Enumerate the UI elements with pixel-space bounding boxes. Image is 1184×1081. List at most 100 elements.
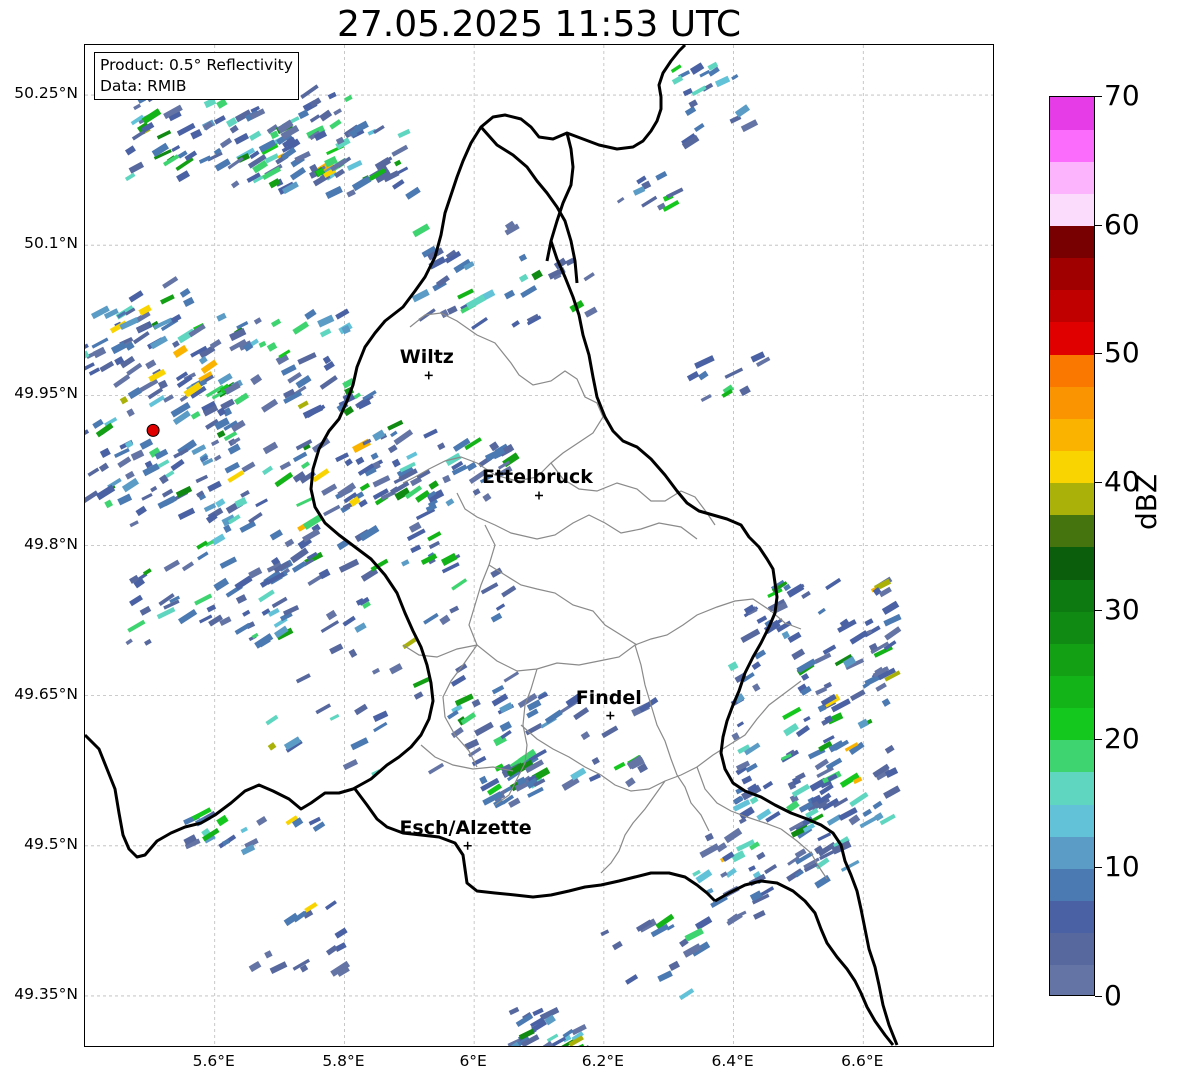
echo-cell — [722, 851, 735, 862]
echo-cell — [161, 488, 174, 498]
echo-cell — [354, 622, 367, 633]
echo-cell — [242, 609, 251, 617]
echo-cell — [190, 128, 203, 140]
echo-cell — [135, 505, 147, 517]
echo-cell — [141, 493, 153, 501]
echo-cell — [348, 648, 358, 658]
echo-cell — [526, 708, 539, 719]
echo-cell — [600, 929, 610, 937]
echo-cell — [190, 410, 201, 420]
echo-cell — [427, 762, 445, 775]
echo-cell — [261, 398, 279, 413]
echo-cell — [372, 429, 386, 442]
echo-cell — [87, 467, 100, 477]
echo-cell — [428, 540, 441, 550]
echo-cell — [142, 568, 152, 576]
lon-tick-label: 6.4°E — [711, 1052, 754, 1070]
echo-cell — [748, 865, 756, 872]
echo-cell — [241, 461, 256, 473]
echo-cell — [171, 145, 181, 152]
lon-tick-label: 5.8°E — [322, 1052, 365, 1070]
city-label: Ettelbruck — [482, 466, 593, 489]
echo-cell — [508, 1006, 520, 1016]
colorbar-segment — [1050, 547, 1094, 580]
echo-cell — [482, 493, 492, 502]
echo-cell — [741, 775, 753, 785]
echo-cell — [474, 721, 494, 737]
echo-cell — [699, 69, 711, 78]
echo-cell — [700, 394, 712, 403]
echo-cell — [401, 559, 410, 567]
echo-cell — [495, 603, 506, 611]
echo-cell — [132, 331, 150, 345]
echo-cell — [240, 826, 248, 834]
echo-cell — [297, 352, 317, 365]
echo-cell — [670, 64, 682, 74]
echo-cell — [262, 465, 274, 476]
echo-cell — [391, 144, 409, 157]
echo-cell — [397, 128, 411, 139]
echo-cell — [334, 927, 348, 939]
echo-cell — [309, 114, 321, 123]
colorbar-tick-label: 50 — [1104, 336, 1140, 370]
echo-cell — [442, 474, 451, 484]
echo-cell — [817, 607, 826, 615]
echo-cell — [392, 179, 405, 190]
echo-cell — [85, 350, 90, 362]
echo-cell — [99, 447, 111, 458]
echo-cell — [570, 767, 587, 781]
echo-cell — [98, 462, 110, 473]
lon-tick-label: 5.6°E — [192, 1052, 235, 1070]
echo-cell — [248, 130, 262, 141]
echo-cell — [764, 864, 778, 875]
colorbar-segment — [1050, 450, 1094, 484]
echo-cell — [439, 614, 451, 626]
echo-cell — [791, 648, 806, 661]
echo-cell — [139, 605, 152, 616]
data-source-label: Data: RMIB — [100, 77, 187, 95]
echo-cell — [125, 470, 135, 480]
echo-cell — [162, 276, 179, 289]
echo-cell — [271, 596, 288, 609]
echo-cell — [269, 529, 283, 541]
map-canvas — [85, 45, 993, 1046]
echo-cell — [471, 698, 481, 708]
colorbar-segment — [1050, 675, 1094, 709]
echo-cell — [234, 575, 253, 591]
echo-cell — [731, 74, 739, 81]
radar-map[interactable] — [84, 44, 994, 1047]
echo-cell — [787, 631, 802, 643]
echo-cell — [546, 1033, 559, 1043]
echo-cell — [110, 341, 127, 355]
city-label: Esch/Alzette — [399, 816, 532, 839]
echo-cell — [693, 122, 705, 133]
echo-cell — [697, 370, 709, 381]
echo-cell — [258, 340, 267, 348]
echo-cell — [163, 154, 180, 167]
colorbar-tick-mark — [1095, 610, 1102, 612]
colorbar-segment — [1050, 161, 1094, 194]
echo-cell — [95, 484, 116, 501]
echo-cell — [740, 628, 761, 643]
echo-cell — [230, 180, 240, 189]
echo-cell — [216, 814, 229, 827]
lat-tick-label: 49.5°N — [24, 834, 78, 853]
echo-cell — [490, 612, 503, 623]
colorbar-tick-mark — [1095, 481, 1102, 483]
city-label: Findel — [575, 686, 642, 709]
echo-cell — [88, 367, 101, 376]
echo-cell — [295, 673, 311, 684]
echo-cell — [172, 340, 180, 348]
echo-cell — [114, 447, 130, 459]
echo-cell — [479, 775, 488, 785]
echo-cell — [864, 618, 874, 627]
echo-cell — [814, 874, 831, 889]
echo-cell — [525, 722, 543, 736]
echo-cell — [344, 458, 353, 467]
echo-cell — [736, 721, 745, 728]
echo-cell — [125, 638, 133, 646]
echo-cell — [236, 321, 249, 330]
echo-cell — [256, 815, 268, 826]
echo-cell — [625, 974, 639, 985]
echo-cell — [752, 683, 761, 692]
